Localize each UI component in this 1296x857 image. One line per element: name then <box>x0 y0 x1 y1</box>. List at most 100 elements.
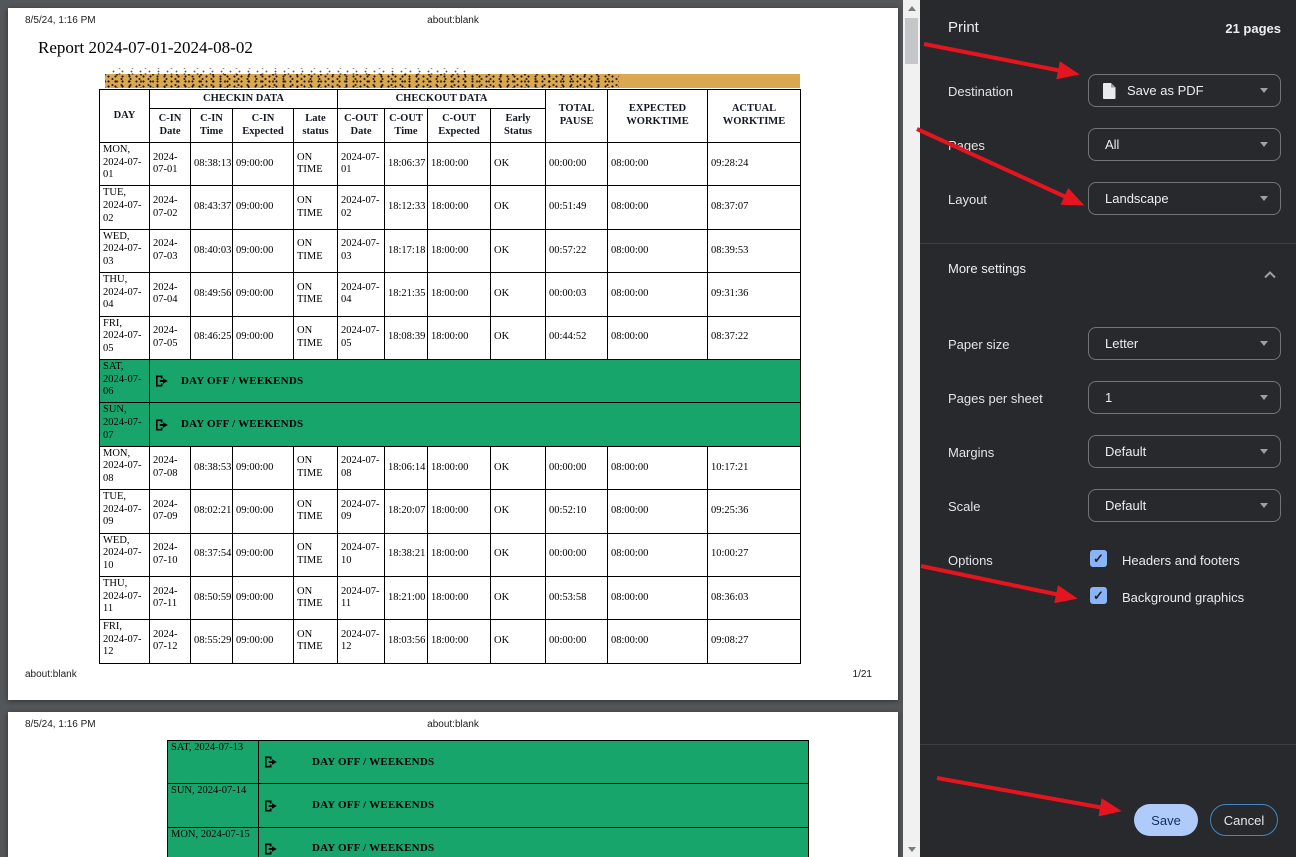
cell-cout-date: 2024-07-02 <box>338 186 385 229</box>
options-label: Options <box>948 553 993 568</box>
cell-actual-worktime: 08:37:07 <box>708 186 801 229</box>
scale-dropdown[interactable]: Default <box>1088 489 1281 522</box>
cell-cin-date: 2024-07-02 <box>150 186 191 229</box>
cell-total-pause: 00:57:22 <box>546 229 608 272</box>
table-row-dayoff: SAT, 2024-07-13DAY OFF / WEEKENDS <box>168 741 809 784</box>
pdf-document-icon <box>1103 83 1116 99</box>
background-graphics-checkbox[interactable]: ✓ <box>1090 587 1107 604</box>
cell-actual-worktime: 10:17:21 <box>708 446 801 489</box>
cell-day: SAT, 2024-07-06 <box>100 359 150 402</box>
scrollbar-down-button[interactable] <box>903 841 920 857</box>
headers-footers-checkbox[interactable]: ✓ <box>1090 550 1107 567</box>
page-footer-url: about:blank <box>25 669 77 680</box>
cell-cout-time: 18:06:14 <box>385 446 428 489</box>
col-header-late-status: Late status <box>294 109 338 143</box>
cell-cin-expected: 09:00:00 <box>233 620 294 663</box>
total-pages-count: 21 pages <box>1225 21 1281 36</box>
table-row-dayoff: SUN, 2024-07-14DAY OFF / WEEKENDS <box>168 784 809 827</box>
cell-day: THU, 2024-07-04 <box>100 273 150 316</box>
col-header-early-status: Early Status <box>491 109 546 143</box>
day-off-exit-icon <box>155 375 169 387</box>
page-header-url: about:blank <box>8 719 898 730</box>
destination-label: Destination <box>948 84 1013 99</box>
preview-scrollbar[interactable] <box>903 0 920 857</box>
cell-total-pause: 00:00:00 <box>546 620 608 663</box>
day-off-exit-icon <box>264 800 278 812</box>
cell-early-status: OK <box>491 446 546 489</box>
destination-dropdown[interactable]: Save as PDF <box>1088 74 1281 107</box>
cell-day: FRI, 2024-07-05 <box>100 316 150 359</box>
cell-total-pause: 00:00:00 <box>546 446 608 489</box>
cell-cout-expected: 18:00:00 <box>428 490 491 533</box>
cell-day: SUN, 2024-07-07 <box>100 403 150 446</box>
pages-per-sheet-dropdown[interactable]: 1 <box>1088 381 1281 414</box>
cell-cin-expected: 09:00:00 <box>233 229 294 272</box>
dialog-title: Print <box>948 19 979 36</box>
cell-cin-time: 08:43:37 <box>191 186 233 229</box>
cell-expected-worktime: 08:00:00 <box>608 229 708 272</box>
cell-cout-time: 18:17:18 <box>385 229 428 272</box>
cell-cout-date: 2024-07-11 <box>338 576 385 619</box>
cell-cin-date: 2024-07-12 <box>150 620 191 663</box>
day-off-label: DAY OFF / WEEKENDS <box>181 375 303 388</box>
pages-dropdown[interactable]: All <box>1088 128 1281 161</box>
chevron-down-icon <box>1260 142 1268 147</box>
cell-cout-date: 2024-07-09 <box>338 490 385 533</box>
col-header-cin-time: C-IN Time <box>191 109 233 143</box>
cell-cin-date: 2024-07-08 <box>150 446 191 489</box>
table-row: FRI, 2024-07-122024-07-1208:55:2909:00:0… <box>100 620 801 663</box>
cell-cin-time: 08:38:13 <box>191 143 233 186</box>
cell-actual-worktime: 09:31:36 <box>708 273 801 316</box>
cell-early-status: OK <box>491 576 546 619</box>
scale-label: Scale <box>948 499 981 514</box>
cell-cin-time: 08:49:56 <box>191 273 233 316</box>
cell-late-status: ON TIME <box>294 316 338 359</box>
layout-label: Layout <box>948 192 987 207</box>
pages-per-sheet-label: Pages per sheet <box>948 391 1043 406</box>
cell-expected-worktime: 08:00:00 <box>608 186 708 229</box>
cell-cin-time: 08:55:29 <box>191 620 233 663</box>
cell-cout-date: 2024-07-12 <box>338 620 385 663</box>
cell-cout-expected: 18:00:00 <box>428 533 491 576</box>
margins-dropdown[interactable]: Default <box>1088 435 1281 468</box>
report-banner-image <box>105 74 800 88</box>
cell-day: TUE, 2024-07-09 <box>100 490 150 533</box>
col-header-day: DAY <box>100 90 150 143</box>
scrollbar-up-button[interactable] <box>903 0 920 16</box>
layout-value: Landscape <box>1105 191 1169 206</box>
chevron-up-icon <box>1264 266 1276 284</box>
cell-actual-worktime: 08:37:22 <box>708 316 801 359</box>
cell-cout-date: 2024-07-10 <box>338 533 385 576</box>
cell-cin-expected: 09:00:00 <box>233 533 294 576</box>
attendance-table-continued: SAT, 2024-07-13DAY OFF / WEEKENDSSUN, 20… <box>167 740 809 857</box>
save-button[interactable]: Save <box>1134 804 1198 836</box>
paper-size-dropdown[interactable]: Letter <box>1088 327 1281 360</box>
chevron-down-icon <box>1260 196 1268 201</box>
more-settings-toggle[interactable]: More settings <box>920 252 1296 290</box>
cell-cout-date: 2024-07-08 <box>338 446 385 489</box>
cell-dayoff: DAY OFF / WEEKENDS <box>259 741 809 784</box>
cell-cin-time: 08:46:25 <box>191 316 233 359</box>
print-settings-panel: Print 21 pages Destination Save as PDF P… <box>920 0 1296 857</box>
cell-early-status: OK <box>491 273 546 316</box>
day-off-label: DAY OFF / WEEKENDS <box>312 842 434 855</box>
col-header-actual-worktime: ACTUAL WORKTIME <box>708 90 801 143</box>
cell-early-status: OK <box>491 186 546 229</box>
layout-dropdown[interactable]: Landscape <box>1088 182 1281 215</box>
paper-size-value: Letter <box>1105 336 1138 351</box>
cell-day: SAT, 2024-07-13 <box>168 741 259 784</box>
cell-expected-worktime: 08:00:00 <box>608 576 708 619</box>
destination-value: Save as PDF <box>1127 83 1204 98</box>
cell-actual-worktime: 08:39:53 <box>708 229 801 272</box>
cancel-button[interactable]: Cancel <box>1210 804 1278 836</box>
cell-dayoff: DAY OFF / WEEKENDS <box>150 403 801 446</box>
chevron-down-icon <box>1260 88 1268 93</box>
headers-footers-option-label: Headers and footers <box>1122 553 1240 568</box>
cell-late-status: ON TIME <box>294 490 338 533</box>
cell-cout-time: 18:08:39 <box>385 316 428 359</box>
cell-cout-time: 18:06:37 <box>385 143 428 186</box>
cell-total-pause: 00:00:00 <box>546 143 608 186</box>
scrollbar-thumb[interactable] <box>905 18 918 64</box>
cell-cin-date: 2024-07-11 <box>150 576 191 619</box>
cell-cout-date: 2024-07-04 <box>338 273 385 316</box>
